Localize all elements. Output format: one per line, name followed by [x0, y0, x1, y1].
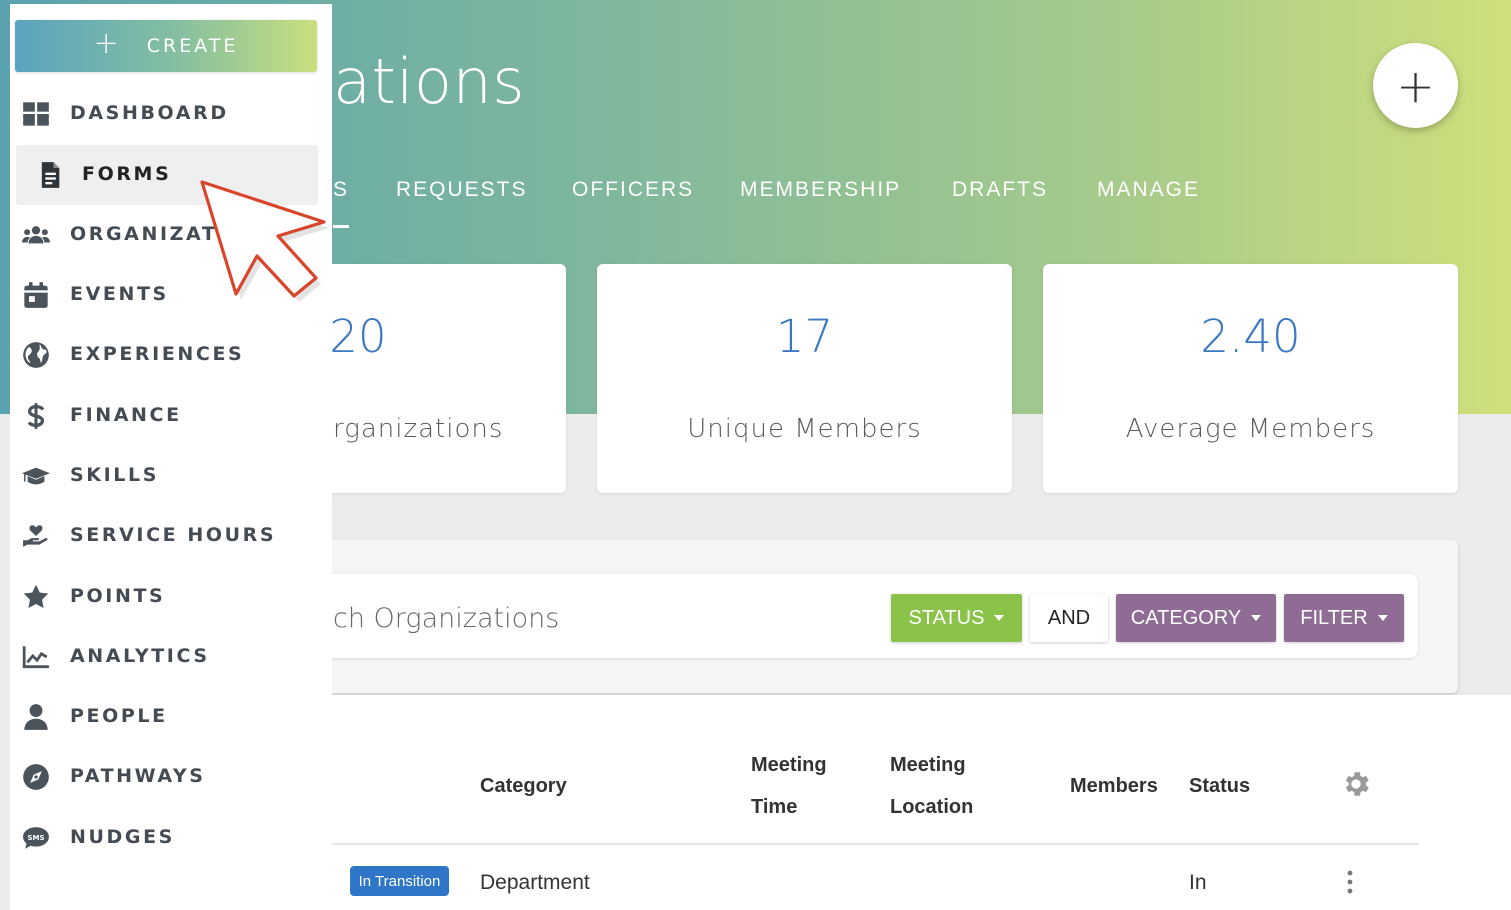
dollar-icon [27, 403, 45, 429]
stat-card-average-members: 2.40 Average Members [1043, 264, 1458, 493]
calendar-icon [24, 282, 48, 308]
sidebar-item-analytics[interactable]: ANALYTICS [10, 627, 320, 687]
filter-button[interactable]: FILTER [1284, 594, 1404, 642]
svg-text:SMS: SMS [27, 834, 44, 842]
plus-icon: + [93, 26, 119, 61]
filter-label: FILTER [1300, 606, 1368, 629]
tab-requests[interactable]: REQUESTS [396, 178, 528, 212]
more-options-icon[interactable] [1346, 870, 1354, 894]
tab-manage[interactable]: MANAGE [1097, 178, 1200, 212]
category-filter-button[interactable]: CATEGORY [1116, 594, 1276, 642]
sidebar-item-experiences[interactable]: EXPERIENCES [10, 325, 320, 385]
sidebar-item-label: PEOPLE [70, 705, 168, 727]
sidebar-item-label: EXPERIENCES [70, 343, 245, 365]
sidebar-item-service-hours[interactable]: SERVICE HOURS [10, 506, 320, 566]
sidebar-item-label: EVENTS [70, 283, 169, 305]
sidebar-item-label: POINTS [70, 585, 166, 607]
hand-heart-icon [23, 525, 48, 547]
stat-label: rganizations [333, 414, 504, 444]
sidebar-item-dashboard[interactable]: DASHBOARD [10, 84, 320, 144]
table-cell-status: In [1189, 871, 1207, 894]
sidebar-item-finance[interactable]: FINANCE [10, 386, 320, 446]
sidebar-item-label: SKILLS [70, 464, 159, 486]
status-badge: In Transition [350, 866, 449, 896]
column-header-status[interactable]: Status [1189, 765, 1250, 807]
sidebar-item-label: FORMS [82, 163, 172, 185]
sidebar-item-label: ANALYTICS [70, 645, 210, 667]
stat-label: Unique Members [687, 414, 922, 444]
sidebar-item-label: FINANCE [70, 404, 182, 426]
tab-organizations[interactable]: S [333, 178, 350, 228]
sidebar-item-skills[interactable]: SKILLS [10, 446, 320, 506]
column-header-category[interactable]: Category [480, 765, 567, 807]
column-header-meeting-location[interactable]: Meeting Location [890, 744, 973, 828]
sidebar-item-label: SERVICE HOURS [70, 524, 277, 546]
search-input[interactable] [333, 598, 833, 638]
chevron-down-icon [1377, 615, 1388, 621]
sidebar-item-people[interactable]: PEOPLE [10, 687, 320, 747]
stat-value: 2.40 [1200, 310, 1301, 363]
tab-drafts[interactable]: DRAFTS [952, 178, 1048, 212]
sidebar-item-nudges[interactable]: SMS NUDGES [10, 808, 320, 868]
and-toggle-button[interactable]: AND [1030, 594, 1108, 642]
header-line: Meeting [751, 754, 827, 776]
row-divider [332, 843, 1419, 845]
chart-line-icon [22, 646, 49, 669]
sidebar-item-label: PATHWAYS [70, 765, 206, 787]
page-title: ations [333, 45, 526, 118]
globe-icon [23, 342, 49, 368]
add-organization-button[interactable]: + [1373, 43, 1458, 128]
column-header-meeting-time[interactable]: Meeting Time [751, 744, 827, 828]
sidebar-item-label: DASHBOARD [70, 102, 229, 124]
users-icon [22, 226, 50, 244]
star-icon [23, 584, 49, 608]
tab-membership[interactable]: MEMBERSHIP [740, 178, 901, 212]
chevron-down-icon [1251, 615, 1262, 621]
sidebar-item-label: NUDGES [70, 826, 175, 848]
cursor-arrow-icon [200, 180, 329, 302]
tab-officers[interactable]: OFFICERS [572, 178, 694, 212]
sms-icon: SMS [23, 827, 49, 849]
create-label: CREATE [146, 35, 239, 57]
stat-card-unique-members: 17 Unique Members [597, 264, 1012, 493]
person-icon [24, 704, 48, 730]
document-icon [41, 162, 60, 188]
stat-label: Average Members [1125, 414, 1376, 444]
graduation-cap-icon [22, 467, 50, 485]
gear-icon[interactable] [1340, 768, 1372, 800]
sidebar-item-points[interactable]: POINTS [10, 567, 320, 627]
status-filter-button[interactable]: STATUS [891, 594, 1022, 642]
create-button[interactable]: + CREATE [15, 20, 317, 72]
compass-icon [23, 764, 49, 790]
column-header-members[interactable]: Members [1070, 765, 1158, 807]
header-line: Meeting [890, 754, 966, 776]
stat-value: 17 [775, 310, 834, 363]
status-filter-label: STATUS [908, 606, 985, 629]
sidebar-item-pathways[interactable]: PATHWAYS [10, 747, 320, 807]
category-filter-label: CATEGORY [1130, 606, 1242, 629]
header-line: Time [751, 796, 798, 818]
table-cell-category: Department [480, 871, 590, 894]
dashboard-icon [23, 102, 49, 126]
header-line: Location [890, 796, 974, 818]
chevron-down-icon [994, 615, 1005, 621]
